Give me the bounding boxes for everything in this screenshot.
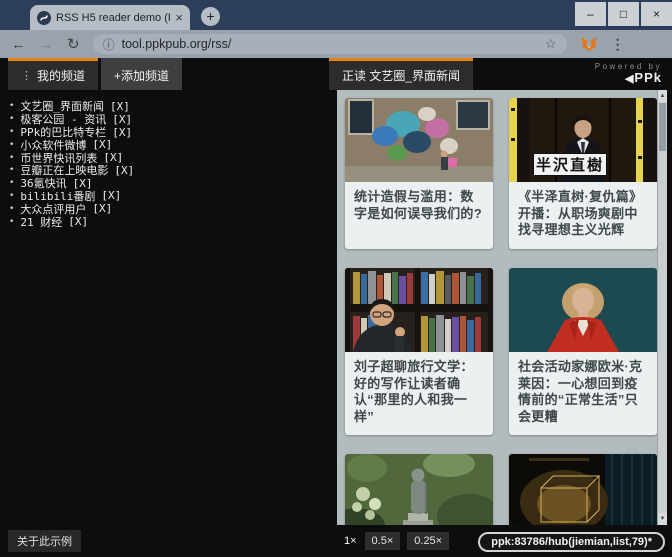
feed-remove-button[interactable]: [X] (101, 189, 121, 202)
feed-remove-button[interactable]: [X] (114, 164, 134, 177)
bullet-icon: • (9, 101, 14, 111)
close-window-button[interactable]: × (641, 2, 672, 26)
article-card[interactable]: 《奥州小道》：松尾芭 (345, 454, 493, 525)
article-title: 刘子超聊旅行文学：好的写作让读者确认“那里的人和我一样” (345, 352, 493, 436)
feed-link[interactable]: 21 财经 (20, 214, 62, 230)
scrollbar-thumb[interactable] (659, 103, 666, 151)
article-title: 《半泽直树·复仇篇》开播：从职场爽剧中找寻理想主义光辉 (509, 182, 657, 249)
bullet-icon: • (9, 153, 14, 163)
my-channels-tab[interactable]: ⋮ 我的频道 (8, 58, 98, 90)
feed-remove-button[interactable]: [X] (112, 113, 132, 126)
feed-remove-button[interactable]: [X] (68, 215, 88, 228)
scroll-down-icon[interactable]: ▼ (658, 513, 667, 525)
site-info-icon[interactable]: ⓘ (103, 36, 115, 53)
zoom-025x-button[interactable]: 0.25× (407, 532, 449, 550)
bullet-icon: • (9, 140, 14, 150)
feed-remove-button[interactable]: [X] (112, 126, 132, 139)
main-area: •文艺圈_界面新闻[X] •极客公园 - 资讯[X] •PPk的巴比特专栏[X]… (0, 90, 672, 525)
page-header: ⋮ 我的频道 +添加频道 正读 文艺圈_界面新闻 Powered by ◀PPk (0, 58, 672, 90)
article-grid-container: 统计造假与滥用：数字是如何误导我们的? (337, 90, 667, 525)
article-image-hanzawa-naoki: 半沢直樹 (509, 98, 657, 182)
article-card[interactable]: 居家工作的日子里，你 (509, 454, 657, 525)
article-card[interactable]: 统计造假与滥用：数字是如何误导我们的? (345, 98, 493, 249)
minimize-button[interactable]: – (575, 2, 606, 26)
scroll-up-icon[interactable]: ▲ (658, 90, 667, 102)
ppk-logo-text: PPk (634, 70, 662, 85)
back-icon[interactable]: ← (11, 37, 26, 52)
reading-feed-tab[interactable]: 正读 文艺圈_界面新闻 (329, 58, 473, 90)
bullet-icon: • (9, 178, 14, 188)
bullet-icon: • (9, 191, 14, 201)
poster-logo-text: 半沢直樹 (533, 153, 607, 176)
feed-list: •文艺圈_界面新闻[X] •极客公园 - 资讯[X] •PPk的巴比特专栏[X]… (0, 90, 337, 525)
article-title: 社会活动家娜欧米·克莱因：一心想回到疫情前的“正常生活”只会更糟 (509, 352, 657, 436)
bullet-icon: • (9, 165, 14, 175)
address-bar[interactable]: ⓘ tool.ppkpub.org/rss/ ☆ (93, 34, 567, 54)
article-image-graffiti-wall (345, 98, 493, 182)
article-image-dark-glass-room (509, 454, 657, 525)
zoom-05x-button[interactable]: 0.5× (365, 532, 401, 550)
bullet-icon: • (9, 217, 14, 227)
new-tab-button[interactable]: + (201, 7, 220, 26)
bullet-icon: • (9, 114, 14, 124)
article-card[interactable]: 半沢直樹 《半泽直树·复仇篇》开播：从职场爽剧中找寻理想主义光辉 (509, 98, 657, 249)
zoom-controls: 1× 0.5× 0.25× (343, 532, 449, 550)
reload-icon[interactable]: ↻ (67, 37, 80, 52)
article-image-naomi-klein (509, 268, 657, 352)
about-example-button[interactable]: 关于此示例 (8, 530, 81, 552)
zoom-1x-button[interactable]: 1× (343, 532, 358, 550)
article-image-basho-statue (345, 454, 493, 525)
footer-bar: 关于此示例 1× 0.5× 0.25× ppk:83786/hub(jiemia… (0, 525, 672, 557)
titlebar: RSS H5 reader demo (Powere × + – □ × (0, 0, 672, 30)
article-card[interactable]: 刘子超聊旅行文学：好的写作让读者确认“那里的人和我一样” (345, 268, 493, 436)
feed-remove-button[interactable]: [X] (110, 100, 130, 113)
browser-toolbar: ← → ↻ ⓘ tool.ppkpub.org/rss/ ☆ ⋮ (0, 30, 672, 58)
maximize-button[interactable]: □ (608, 2, 639, 26)
article-image-author-bookshelf (345, 268, 493, 352)
grip-icon: ⋮ (21, 69, 32, 82)
content-scrollbar[interactable]: ▲ ▼ (657, 90, 667, 525)
metamask-extension-icon[interactable] (580, 36, 598, 52)
url-text[interactable]: tool.ppkpub.org/rss/ (122, 37, 538, 51)
feed-remove-button[interactable]: [X] (92, 202, 112, 215)
tab-close-icon[interactable]: × (175, 11, 183, 24)
bullet-icon: • (9, 127, 14, 137)
ppk-brand: Powered by ◀PPk (595, 58, 672, 90)
article-card[interactable]: 社会活动家娜欧米·克莱因：一心想回到疫情前的“正常生活”只会更糟 (509, 268, 657, 436)
browser-tab[interactable]: RSS H5 reader demo (Powere × (30, 5, 190, 30)
ppk-logo-arrow-icon: ◀ (625, 73, 634, 85)
ppk-address-pill[interactable]: ppk:83786/hub(jiemian,list,79)* (478, 532, 665, 552)
bookmark-star-icon[interactable]: ☆ (545, 36, 557, 52)
my-channels-label: 我的频道 (37, 67, 85, 84)
tab-title: RSS H5 reader demo (Powere (56, 12, 170, 24)
tab-favicon-icon (37, 11, 51, 25)
bullet-icon: • (9, 204, 14, 214)
forward-icon[interactable]: → (39, 37, 54, 52)
browser-menu-icon[interactable]: ⋮ (611, 36, 625, 53)
feed-item: • 21 财经 [X] (9, 215, 337, 228)
add-channel-button[interactable]: +添加频道 (101, 58, 182, 90)
window-controls: – □ × (575, 2, 672, 26)
article-title: 统计造假与滥用：数字是如何误导我们的? (345, 182, 493, 232)
